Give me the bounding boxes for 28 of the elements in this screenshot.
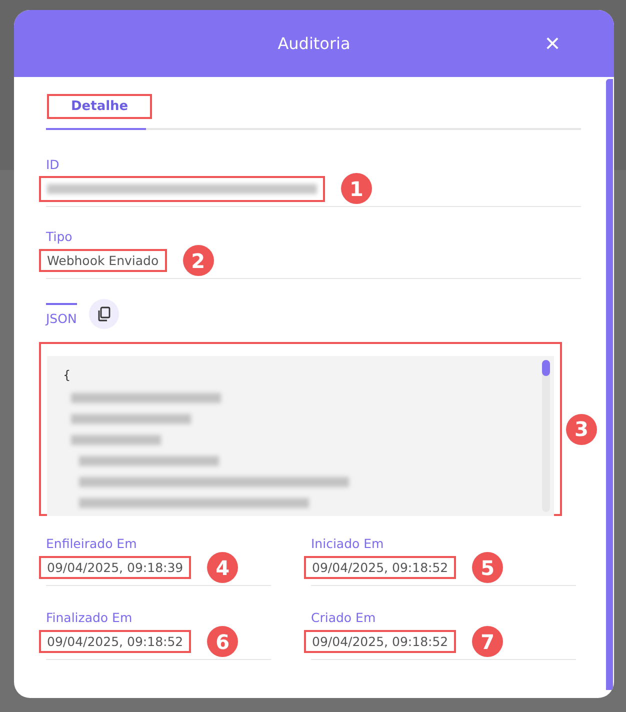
callout-number: 5 (472, 552, 504, 583)
field-value: 09/04/2025, 09:18:52 (304, 556, 456, 579)
tab-label: Detalhe (47, 94, 152, 119)
callout-number: 2 (182, 245, 214, 276)
field-label: Criado Em (311, 610, 377, 625)
field-label: Iniciado Em (311, 536, 385, 551)
field-value: 09/04/2025, 09:18:39 (39, 556, 192, 579)
scrollbar[interactable] (542, 360, 550, 512)
copy-icon (96, 306, 112, 322)
callout-number: 3 (566, 414, 597, 444)
close-button[interactable]: × (540, 28, 564, 58)
dialog-title: Auditoria (278, 34, 350, 53)
code-text: { (63, 368, 72, 382)
field-value: 09/04/2025, 09:18:52 (39, 630, 192, 653)
json-label: JSON (46, 302, 77, 326)
field-label: Finalizado Em (46, 610, 134, 625)
copy-button[interactable] (88, 299, 119, 329)
scrollbar[interactable] (606, 79, 613, 690)
callout-number: 4 (207, 552, 238, 583)
field-label: Tipo (46, 229, 74, 244)
field-value: Webhook Enviado (39, 249, 167, 272)
field-value: 09/04/2025, 09:18:52 (304, 630, 456, 653)
callout-number: 6 (207, 626, 238, 657)
field-label: ID (46, 157, 60, 172)
callout-number: 1 (341, 173, 372, 204)
callout-number: 7 (472, 626, 504, 657)
field-label: Enfileirado Em (46, 536, 138, 551)
tab[interactable]: Detalhe (46, 94, 146, 130)
